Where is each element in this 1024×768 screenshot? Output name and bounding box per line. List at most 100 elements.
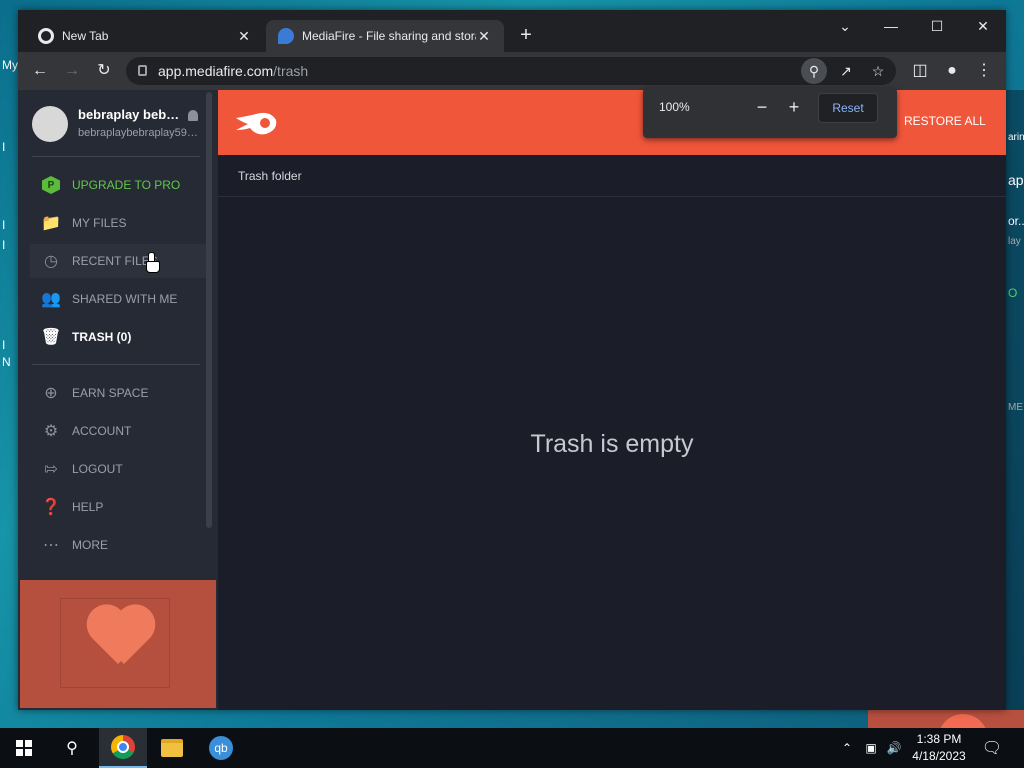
- maximize-button[interactable]: ☐: [914, 16, 960, 44]
- tab-title: MediaFire - File sharing and storage: [302, 29, 476, 43]
- empty-state-message: Trash is empty: [530, 430, 694, 458]
- chrome-icon: [38, 28, 54, 44]
- sidebar-item-label: LOGOUT: [72, 462, 123, 476]
- user-profile[interactable]: bebraplay bebraplay bebraplaybebraplay59…: [32, 104, 208, 144]
- bell-icon[interactable]: [188, 110, 198, 121]
- user-email: bebraplaybebraplay59@gmail.com: [78, 127, 198, 139]
- sidebar-item-earn-space[interactable]: ⊕ EARN SPACE: [30, 376, 208, 410]
- tab-title: New Tab: [62, 29, 109, 43]
- sidebar-item-recent-files[interactable]: ◷ RECENT FILES: [30, 244, 208, 278]
- zoom-out-button[interactable]: −: [750, 97, 774, 119]
- chevron-up-icon[interactable]: ⌃: [836, 728, 858, 768]
- back-icon[interactable]: ←: [26, 58, 54, 84]
- taskbar: ⚲ qb ⌃ ▣ 🔊 1:38 PM 4/18/2023 🗨: [0, 728, 1024, 768]
- bg-window-text: O: [1008, 286, 1018, 300]
- new-tab-button[interactable]: +: [514, 24, 538, 48]
- sidebar-item-shared[interactable]: 👥 SHARED WITH ME: [30, 282, 208, 316]
- background-heart-image: [868, 710, 1024, 728]
- sidebar-item-upgrade[interactable]: P UPGRADE TO PRO: [30, 168, 208, 202]
- zoom-reset-button[interactable]: Reset: [818, 93, 878, 123]
- url-host: app.mediafire.com: [158, 63, 274, 79]
- sidebar-item-logout[interactable]: ⇰ LOGOUT: [30, 452, 208, 486]
- tab-new-tab[interactable]: New Tab ✕: [26, 20, 264, 52]
- sidebar-item-label: MORE: [72, 538, 108, 552]
- heart-icon: [84, 608, 152, 668]
- browser-toolbar: ← → ↻ app.mediafire.com/trash ⚲ ↗ ☆ ◫ ● …: [18, 52, 1006, 90]
- url-path: /trash: [273, 63, 309, 79]
- bg-window-text: or..: [1008, 214, 1024, 228]
- start-button[interactable]: [0, 728, 48, 768]
- trash-icon: 🗑: [40, 329, 62, 346]
- sidebar-item-more[interactable]: ⋯ MORE: [30, 528, 208, 562]
- close-icon[interactable]: ✕: [476, 28, 492, 45]
- menu-kebab-icon[interactable]: ⋮: [970, 58, 998, 84]
- address-bar[interactable]: app.mediafire.com/trash ⚲ ↗ ☆: [126, 57, 896, 85]
- desktop-label: I: [2, 238, 6, 252]
- search-icon[interactable]: ⚲: [48, 728, 96, 768]
- taskbar-qbittorrent[interactable]: qb: [197, 728, 245, 768]
- close-icon[interactable]: ✕: [236, 28, 252, 45]
- tab-strip: New Tab ✕ MediaFire - File sharing and s…: [18, 10, 1006, 52]
- tab-mediafire[interactable]: MediaFire - File sharing and storage ✕: [266, 20, 504, 52]
- clock-icon: ◷: [44, 253, 58, 270]
- sidebar-item-trash[interactable]: 🗑 TRASH (0): [30, 320, 208, 354]
- zoom-in-button[interactable]: +: [782, 97, 806, 119]
- plus-circle-icon: ⊕: [44, 385, 58, 402]
- user-name: bebraplay bebraplay: [78, 107, 180, 122]
- bg-window-text: ME: [1008, 402, 1023, 413]
- breadcrumb: Trash folder: [218, 155, 1006, 197]
- qbittorrent-icon: qb: [209, 736, 233, 760]
- bg-window-text: ap: [1008, 172, 1024, 188]
- sidebar-item-account[interactable]: ⚙ ACCOUNT: [30, 414, 208, 448]
- avatar[interactable]: [32, 106, 68, 142]
- reload-icon[interactable]: ↻: [90, 58, 118, 84]
- network-icon[interactable]: ▣: [860, 728, 882, 768]
- logout-icon: ⇰: [44, 461, 58, 478]
- sidebar-item-my-files[interactable]: 📁 MY FILES: [30, 206, 208, 240]
- sidebar-item-label: TRASH (0): [72, 330, 132, 344]
- bg-window-text: aring: [1008, 132, 1024, 143]
- tab-search-button[interactable]: ⌄: [822, 16, 868, 44]
- sidebar-item-help[interactable]: ❓ HELP: [30, 490, 208, 524]
- sidebar-item-label: UPGRADE TO PRO: [72, 178, 181, 192]
- date: 4/18/2023: [912, 749, 966, 763]
- mediafire-icon: [278, 28, 294, 44]
- share-icon[interactable]: ↗: [833, 58, 859, 84]
- forward-icon[interactable]: →: [58, 58, 86, 84]
- minimize-button[interactable]: —: [868, 16, 914, 44]
- side-panel-icon[interactable]: ◫: [906, 58, 934, 84]
- help-icon: ❓: [41, 499, 61, 516]
- notification-icon[interactable]: 🗨: [978, 728, 1006, 768]
- taskbar-chrome[interactable]: [99, 728, 147, 768]
- volume-icon[interactable]: 🔊: [883, 728, 905, 768]
- restore-all-label: RESTORE ALL: [904, 114, 986, 128]
- taskbar-file-explorer[interactable]: [148, 728, 196, 768]
- sidebar: bebraplay bebraplay bebraplaybebraplay59…: [18, 90, 218, 710]
- sidebar-scrollbar[interactable]: [206, 92, 212, 528]
- pro-badge-icon: P: [40, 174, 62, 196]
- sidebar-item-label: SHARED WITH ME: [72, 292, 178, 306]
- folder-icon: 📁: [41, 215, 61, 232]
- lock-icon[interactable]: [138, 65, 147, 76]
- windows-icon: [16, 740, 32, 756]
- profile-icon[interactable]: ●: [938, 58, 966, 84]
- divider: [32, 156, 200, 157]
- desktop-label: I: [2, 140, 6, 154]
- bg-window-text: lay: [1008, 236, 1021, 247]
- zoom-popup: 100% − + Reset: [643, 88, 897, 138]
- mouse-cursor: [146, 252, 160, 273]
- desktop-label: N: [2, 355, 11, 369]
- bookmark-star-icon[interactable]: ☆: [865, 58, 891, 84]
- clock[interactable]: 1:38 PM 4/18/2023: [906, 731, 972, 765]
- divider: [32, 364, 200, 365]
- desktop-label: I: [2, 218, 6, 232]
- mediafire-logo[interactable]: [234, 108, 278, 136]
- main-content: RESTORE ALL Trash folder Trash is empty: [218, 90, 1006, 710]
- promo-banner[interactable]: [20, 580, 216, 708]
- zoom-icon[interactable]: ⚲: [801, 58, 827, 84]
- desktop-label: My: [2, 58, 18, 72]
- chrome-icon: [111, 735, 135, 759]
- close-window-button[interactable]: ✕: [960, 16, 1006, 44]
- time: 1:38 PM: [916, 732, 962, 746]
- more-dots-icon: ⋯: [43, 537, 59, 554]
